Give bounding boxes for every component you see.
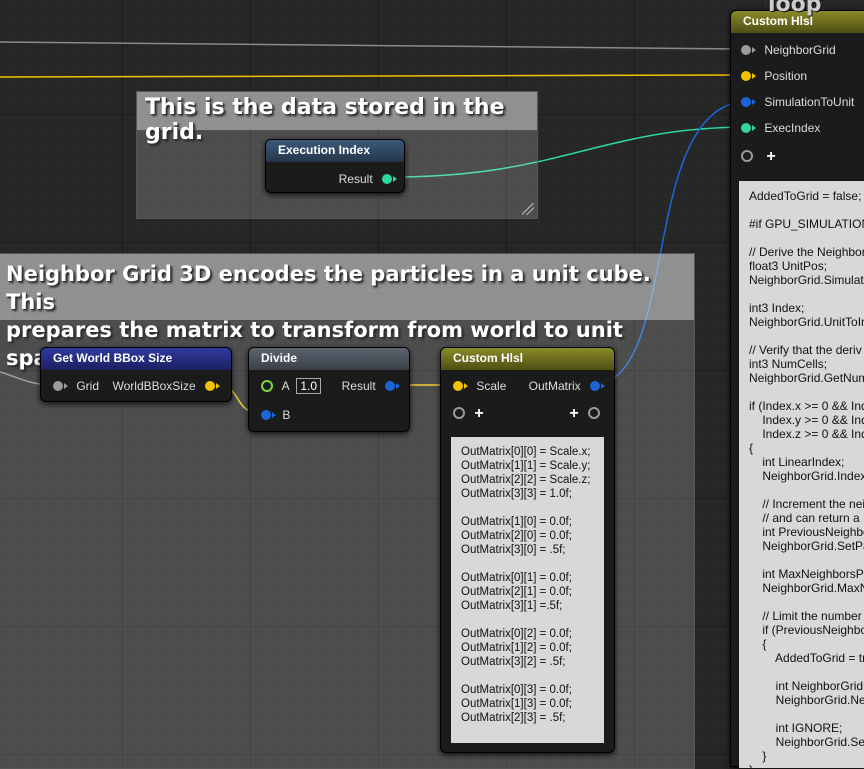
node-title: Custom Hlsl — [441, 348, 614, 370]
add-input-pin[interactable]: + — [453, 405, 484, 423]
add-pin-icon[interactable] — [741, 150, 753, 162]
hlsl-code-editor[interactable]: AddedToGrid = false; #if GPU_SIMULATION … — [739, 181, 864, 768]
output-pin-result[interactable]: Result — [338, 172, 397, 186]
input-pin-neighborgrid[interactable]: NeighborGrid — [741, 43, 836, 57]
input-pin-simulationtounit[interactable]: SimulationToUnit — [741, 95, 854, 109]
output-pin-outmatrix[interactable]: OutMatrix — [528, 379, 605, 393]
input-pin-scale[interactable]: Scale — [453, 379, 506, 393]
input-pin-position[interactable]: Position — [741, 69, 807, 83]
output-pin-result[interactable]: Result — [341, 379, 400, 393]
vector-pin-icon[interactable] — [385, 380, 400, 391]
pin-label: B — [282, 408, 291, 422]
struct-pin-icon[interactable] — [53, 380, 68, 391]
plus-icon[interactable]: + — [474, 405, 483, 422]
add-pin-icon[interactable] — [453, 407, 465, 419]
vector-pin-icon[interactable] — [261, 409, 276, 420]
node-title: Get World BBox Size — [41, 348, 231, 370]
input-pin-b[interactable]: B — [261, 408, 290, 422]
add-input-pin[interactable]: + — [741, 148, 776, 166]
node-title: Divide — [249, 348, 409, 370]
struct-pin-icon[interactable] — [741, 44, 756, 55]
input-pin-grid[interactable]: Grid — [53, 379, 99, 393]
node-custom-hlsl-matrix[interactable]: Custom Hlsl Scale OutMatrix + + OutMatri… — [440, 347, 615, 753]
float-pin-icon[interactable] — [453, 380, 468, 391]
input-pin-a[interactable]: A 1.0 — [261, 378, 322, 394]
pin-label: Scale — [476, 379, 507, 393]
partial-comment-label: loop — [768, 0, 822, 17]
pin-label: Position — [764, 69, 808, 83]
pin-label: Grid — [76, 379, 100, 393]
pin-label: WorldBBoxSize — [112, 379, 196, 393]
wire-neighborgrid — [0, 41, 746, 50]
add-output-pin[interactable]: + — [569, 405, 600, 423]
float-pin-hollow-icon[interactable] — [261, 379, 273, 392]
comment-title: This is the data stored in the grid. — [137, 92, 537, 145]
node-get-world-bbox-size[interactable]: Get World BBox Size Grid WorldBBoxSize — [40, 347, 232, 402]
pin-label: OutMatrix — [528, 379, 581, 393]
a-value-input[interactable]: 1.0 — [296, 378, 322, 394]
hlsl-code-editor[interactable]: OutMatrix[0][0] = Scale.x; OutMatrix[1][… — [451, 437, 604, 743]
plus-icon[interactable]: + — [766, 148, 775, 165]
resize-grip[interactable] — [522, 203, 534, 215]
int-pin-icon[interactable] — [382, 173, 397, 184]
float-pin-icon[interactable] — [205, 380, 220, 391]
node-execution-index[interactable]: Execution Index Result — [265, 139, 405, 193]
node-custom-hlsl-grid[interactable]: Custom Hlsl NeighborGrid Position Simula… — [730, 10, 864, 768]
pin-label: NeighborGrid — [764, 43, 836, 57]
plus-icon[interactable]: + — [569, 405, 578, 422]
wire-position — [0, 74, 746, 78]
output-pin-worldbboxsize[interactable]: WorldBBoxSize — [112, 379, 220, 393]
float-pin-icon[interactable] — [741, 70, 756, 81]
add-pin-icon[interactable] — [588, 407, 600, 419]
comment-title: Neighbor Grid 3D encodes the particles i… — [0, 254, 694, 370]
pin-label: Result — [338, 172, 373, 186]
input-pin-execindex[interactable]: ExecIndex — [741, 121, 820, 135]
pin-label: A — [281, 379, 290, 393]
pin-label: SimulationToUnit — [764, 95, 855, 109]
node-title: Execution Index — [266, 140, 404, 162]
matrix-pin-icon[interactable] — [590, 380, 605, 391]
node-divide[interactable]: Divide A 1.0 B Result — [248, 347, 410, 432]
pin-label: ExecIndex — [764, 121, 821, 135]
matrix-pin-icon[interactable] — [741, 96, 756, 107]
int-pin-icon[interactable] — [741, 122, 756, 133]
comment-line-1: Neighbor Grid 3D encodes the particles i… — [6, 262, 651, 314]
pin-label: Result — [341, 379, 376, 393]
